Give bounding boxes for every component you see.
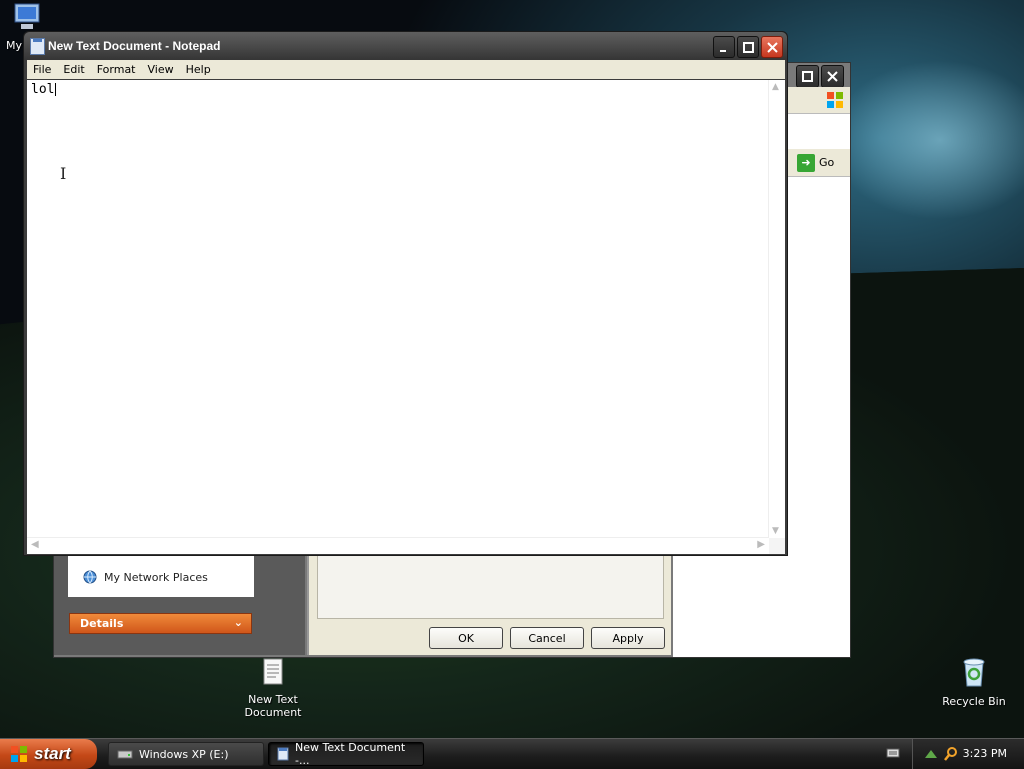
minimize-icon xyxy=(719,49,726,52)
details-panel-header[interactable]: Details ⌄ xyxy=(69,613,252,634)
search-icon[interactable] xyxy=(943,746,959,762)
go-button-label[interactable]: Go xyxy=(819,156,834,169)
menu-help[interactable]: Help xyxy=(180,63,217,76)
recycle-bin-icon xyxy=(963,658,985,687)
drive-icon xyxy=(117,750,133,759)
document-text: lol xyxy=(31,82,57,97)
start-button[interactable]: start xyxy=(0,739,97,769)
taskbar-item-notepad[interactable]: New Text Document -... xyxy=(268,741,424,767)
menu-file[interactable]: File xyxy=(27,63,57,76)
properties-dialog: OK Cancel Apply xyxy=(307,543,671,655)
other-places-box: My Network Places xyxy=(68,553,254,597)
ibeam-cursor-icon: I xyxy=(60,164,67,183)
ok-button[interactable]: OK xyxy=(429,627,503,649)
notepad-window-controls xyxy=(713,36,783,58)
notepad-icon xyxy=(277,747,289,761)
maximize-button[interactable] xyxy=(737,36,759,58)
new-text-document-label-line2: Document xyxy=(244,706,302,719)
maximize-button[interactable] xyxy=(796,65,819,88)
windows-logo-icon xyxy=(11,746,27,762)
start-label: start xyxy=(34,744,71,763)
notepad-window[interactable]: New Text Document - Notepad File Edit Fo… xyxy=(23,31,788,556)
menu-view[interactable]: View xyxy=(142,63,180,76)
apply-button[interactable]: Apply xyxy=(591,627,665,649)
notepad-titlebar[interactable]: New Text Document - Notepad xyxy=(24,32,787,60)
close-button[interactable] xyxy=(821,65,844,88)
my-network-places-label: My Network Places xyxy=(104,570,208,584)
minimize-button[interactable] xyxy=(713,36,735,58)
text-caret xyxy=(55,83,57,96)
desktop-wallpaper-cloud xyxy=(830,60,1024,220)
maximize-icon xyxy=(742,41,754,53)
my-network-places-link[interactable]: My Network Places xyxy=(82,569,208,585)
notepad-text-area[interactable]: lol I ▲ ▼ ◀ ▶ xyxy=(27,80,785,554)
dialog-content-frame xyxy=(317,553,664,619)
menu-edit[interactable]: Edit xyxy=(57,63,90,76)
my-computer-label: My xyxy=(6,39,23,52)
chevron-down-icon: ⌄ xyxy=(233,616,243,629)
close-icon xyxy=(827,71,838,82)
system-tray: 3:23 PM xyxy=(912,739,1024,769)
taskbar-item-windows-xp-drive[interactable]: Windows XP (E:) xyxy=(108,742,264,766)
keyboard-icon[interactable] xyxy=(886,747,900,762)
recycle-bin-desktop-icon[interactable]: Recycle Bin xyxy=(940,656,1008,708)
new-text-document-label-line1: New Text xyxy=(248,693,298,706)
network-activity-icon[interactable] xyxy=(923,746,939,762)
new-text-document-desktop-icon[interactable]: New Text Document xyxy=(238,658,308,719)
computer-icon xyxy=(14,3,40,29)
cancel-button[interactable]: Cancel xyxy=(510,627,584,649)
go-arrow-icon[interactable]: ➜ xyxy=(797,153,815,172)
close-button[interactable] xyxy=(761,36,783,58)
menu-format[interactable]: Format xyxy=(91,63,142,76)
network-globe-icon xyxy=(83,570,97,584)
horizontal-scrollbar[interactable]: ◀ ▶ xyxy=(27,537,769,554)
maximize-icon xyxy=(802,71,813,82)
taskbar-item-label: New Text Document -... xyxy=(294,741,406,767)
windows-logo-icon xyxy=(827,92,843,108)
resize-grip[interactable] xyxy=(769,538,785,554)
close-icon xyxy=(766,41,778,53)
taskbar: start Windows XP (E:) New Text Document … xyxy=(0,738,1024,769)
scroll-down-arrow-icon[interactable]: ▼ xyxy=(772,526,779,536)
vertical-scrollbar[interactable]: ▲ ▼ xyxy=(768,80,785,538)
notepad-title: New Text Document - Notepad xyxy=(48,39,221,53)
document-text-value: lol xyxy=(31,82,55,97)
notepad-icon xyxy=(30,38,45,55)
details-label: Details xyxy=(80,617,124,630)
notepad-menubar: File Edit Format View Help xyxy=(27,60,785,79)
scroll-up-arrow-icon[interactable]: ▲ xyxy=(772,82,779,92)
explorer-task-pane: My Network Places Details ⌄ xyxy=(54,543,305,655)
background-window-controls xyxy=(796,65,844,88)
scroll-left-arrow-icon[interactable]: ◀ xyxy=(31,539,39,550)
system-clock[interactable]: 3:23 PM xyxy=(963,747,1007,760)
taskbar-item-label: Windows XP (E:) xyxy=(139,747,229,761)
text-file-icon xyxy=(263,658,283,685)
scroll-right-arrow-icon[interactable]: ▶ xyxy=(757,539,765,550)
recycle-bin-label: Recycle Bin xyxy=(942,695,1006,708)
